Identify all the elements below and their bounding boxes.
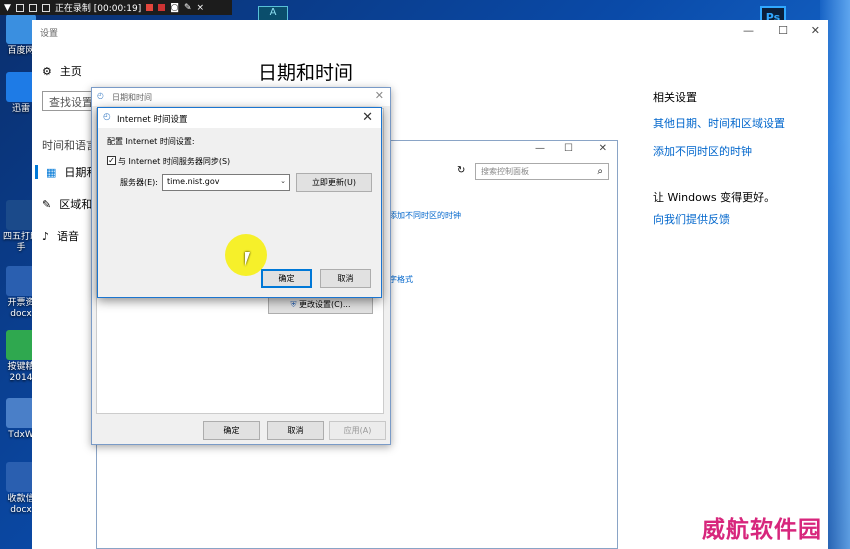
cancel-button[interactable]: 取消 [320, 269, 371, 288]
gear-icon: ⚙ [42, 64, 52, 78]
selected-indicator [35, 165, 38, 179]
shield-icon: ⛨ [290, 300, 297, 309]
region-icon[interactable] [41, 3, 50, 12]
refresh-icon[interactable]: ↻ [457, 165, 465, 176]
pen-icon[interactable]: ✎ [184, 3, 192, 13]
related-settings: 相关设置 其他日期、时间和区域设置 添加不同时区的时钟 让 Windows 变得… [653, 89, 785, 227]
watermark: 威航软件园 [702, 516, 822, 543]
feedback-heading: 让 Windows 变得更好。 [653, 191, 776, 204]
control-panel-search[interactable]: 搜索控制面板 [475, 163, 609, 180]
page-title: 日期和时间 [258, 62, 354, 84]
nav-home[interactable]: ⚙ 主页 [42, 63, 82, 79]
link-format[interactable]: 字格式 [389, 274, 413, 285]
close-icon[interactable]: ✕ [811, 24, 820, 37]
mouse-cursor-icon [245, 252, 250, 266]
search-icon: ⌕ [597, 166, 603, 177]
camera-icon[interactable]: ◙ [170, 3, 179, 13]
clock-icon: ◴ [97, 91, 104, 100]
close-icon[interactable]: × [197, 3, 205, 13]
dialog-titlebar: ◴ Internet 时间设置 ✕ [98, 108, 381, 128]
maximize-icon[interactable]: ☐ [564, 143, 573, 154]
clock-icon: ◴ [103, 112, 111, 122]
section-heading: 时间和语言 [42, 139, 97, 152]
maximize-icon[interactable]: ☐ [778, 24, 788, 37]
sync-label: 与 Internet 时间服务器同步(S) [118, 157, 231, 166]
microphone-icon: ♪ [42, 229, 50, 243]
close-icon[interactable]: ✕ [375, 89, 384, 102]
cancel-button[interactable]: 取消 [267, 421, 324, 440]
minimize-icon[interactable]: — [535, 143, 545, 154]
menu-arrow-icon[interactable]: ▼ [4, 3, 11, 13]
recording-toolbar: ▼ 正在录制 [00:00:19] ◙ ✎ × [0, 0, 232, 15]
apply-button[interactable]: 应用(A) [329, 421, 386, 440]
window-icon[interactable] [15, 3, 24, 12]
minimize-icon[interactable]: — [743, 24, 754, 37]
config-label: 配置 Internet 时间设置: [107, 137, 195, 146]
chevron-down-icon[interactable]: ⌄ [280, 177, 286, 185]
nav-item-region[interactable]: ✎ 区域和 [42, 196, 92, 212]
recording-status: 正在录制 [00:00:19] [54, 4, 142, 14]
ok-button[interactable]: 确定 [261, 269, 312, 288]
fullscreen-icon[interactable] [28, 3, 37, 12]
link-add-clock[interactable]: 添加不同时区的时钟 [653, 143, 785, 159]
dialog-titlebar: ◴ 日期和时间 ✕ [92, 88, 390, 106]
link-feedback[interactable]: 向我们提供反馈 [653, 211, 785, 227]
ok-button[interactable]: 确定 [203, 421, 260, 440]
link-add-clock[interactable]: 添加不同时区的时钟 [389, 210, 461, 221]
update-now-button[interactable]: 立即更新(U) [296, 173, 372, 192]
link-other-settings[interactable]: 其他日期、时间和区域设置 [653, 115, 785, 131]
close-icon[interactable]: ✕ [362, 110, 373, 125]
calendar-icon: ▦ [46, 165, 57, 179]
related-heading: 相关设置 [653, 91, 697, 104]
nav-item-datetime[interactable]: ▦ 日期和 [35, 164, 97, 180]
nav-item-speech[interactable]: ♪ 语音 [42, 228, 79, 244]
window-title: 设置 [40, 29, 59, 39]
stop-icon[interactable] [158, 4, 166, 11]
server-label: 服务器(E): [120, 178, 158, 187]
region-icon: ✎ [42, 197, 52, 211]
sync-checkbox[interactable]: ✓ [107, 156, 116, 165]
close-icon[interactable]: ✕ [599, 143, 607, 154]
record-icon[interactable] [146, 4, 154, 11]
server-combobox[interactable]: time.nist.gov ⌄ [162, 174, 290, 191]
